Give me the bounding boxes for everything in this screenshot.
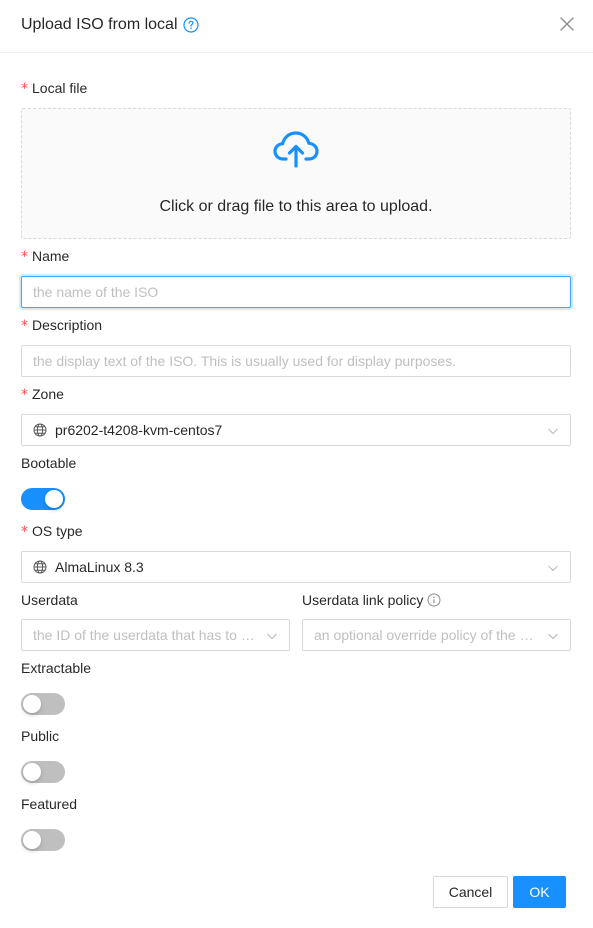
description-input[interactable]	[21, 345, 571, 377]
name-input[interactable]	[21, 276, 571, 308]
dialog-header: Upload ISO from local	[0, 0, 593, 53]
file-upload-dropzone[interactable]: Click or drag file to this area to uploa…	[21, 108, 571, 239]
os-type-select-value: AlmaLinux 8.3	[55, 559, 144, 575]
toggle-knob	[23, 695, 41, 713]
userdata-select[interactable]: the ID of the userdata that has to …	[21, 619, 290, 651]
chevron-down-icon	[547, 424, 559, 436]
userdata-link-policy-label: Userdata link policy	[302, 591, 441, 609]
extractable-label: Extractable	[21, 660, 92, 676]
userdata-link-policy-select[interactable]: an optional override policy of the …	[302, 619, 571, 651]
info-circle-icon[interactable]	[427, 593, 441, 607]
dropzone-text: Click or drag file to this area to uploa…	[159, 198, 433, 215]
toggle-knob	[23, 831, 41, 849]
chevron-down-icon	[266, 629, 278, 641]
dialog-title-text: Upload ISO from local	[21, 16, 178, 33]
os-type-label: * OS type	[21, 523, 83, 540]
zone-select[interactable]: pr6202-t4208-kvm-centos7	[21, 414, 571, 446]
toggle-knob	[23, 763, 41, 781]
local-file-label: * Local file	[21, 80, 88, 97]
name-label: * Name	[21, 248, 70, 265]
featured-toggle[interactable]	[21, 829, 65, 851]
ok-button[interactable]: OK	[513, 876, 566, 908]
os-type-select[interactable]: AlmaLinux 8.3	[21, 551, 571, 583]
public-toggle[interactable]	[21, 761, 65, 783]
userdata-select-placeholder: the ID of the userdata that has to …	[33, 627, 255, 643]
userdata-label: Userdata	[21, 592, 78, 608]
chevron-down-icon	[547, 561, 559, 573]
zone-label: * Zone	[21, 386, 64, 403]
dialog-title: Upload ISO from local	[21, 14, 199, 36]
cloud-upload-icon	[272, 129, 320, 169]
zone-select-value: pr6202-t4208-kvm-centos7	[55, 422, 223, 438]
public-label: Public	[21, 728, 60, 744]
toggle-knob	[45, 490, 63, 508]
question-circle-icon[interactable]	[182, 17, 199, 33]
bootable-label: Bootable	[21, 455, 77, 471]
description-label: * Description	[21, 317, 103, 334]
globe-icon	[33, 423, 47, 437]
globe-icon	[33, 560, 47, 574]
featured-label: Featured	[21, 796, 78, 812]
userdata-link-policy-placeholder: an optional override policy of the …	[314, 627, 534, 643]
extractable-toggle[interactable]	[21, 693, 65, 715]
cancel-button[interactable]: Cancel	[433, 876, 508, 908]
close-icon[interactable]	[560, 17, 574, 31]
bootable-toggle[interactable]	[21, 488, 65, 510]
chevron-down-icon	[547, 629, 559, 641]
